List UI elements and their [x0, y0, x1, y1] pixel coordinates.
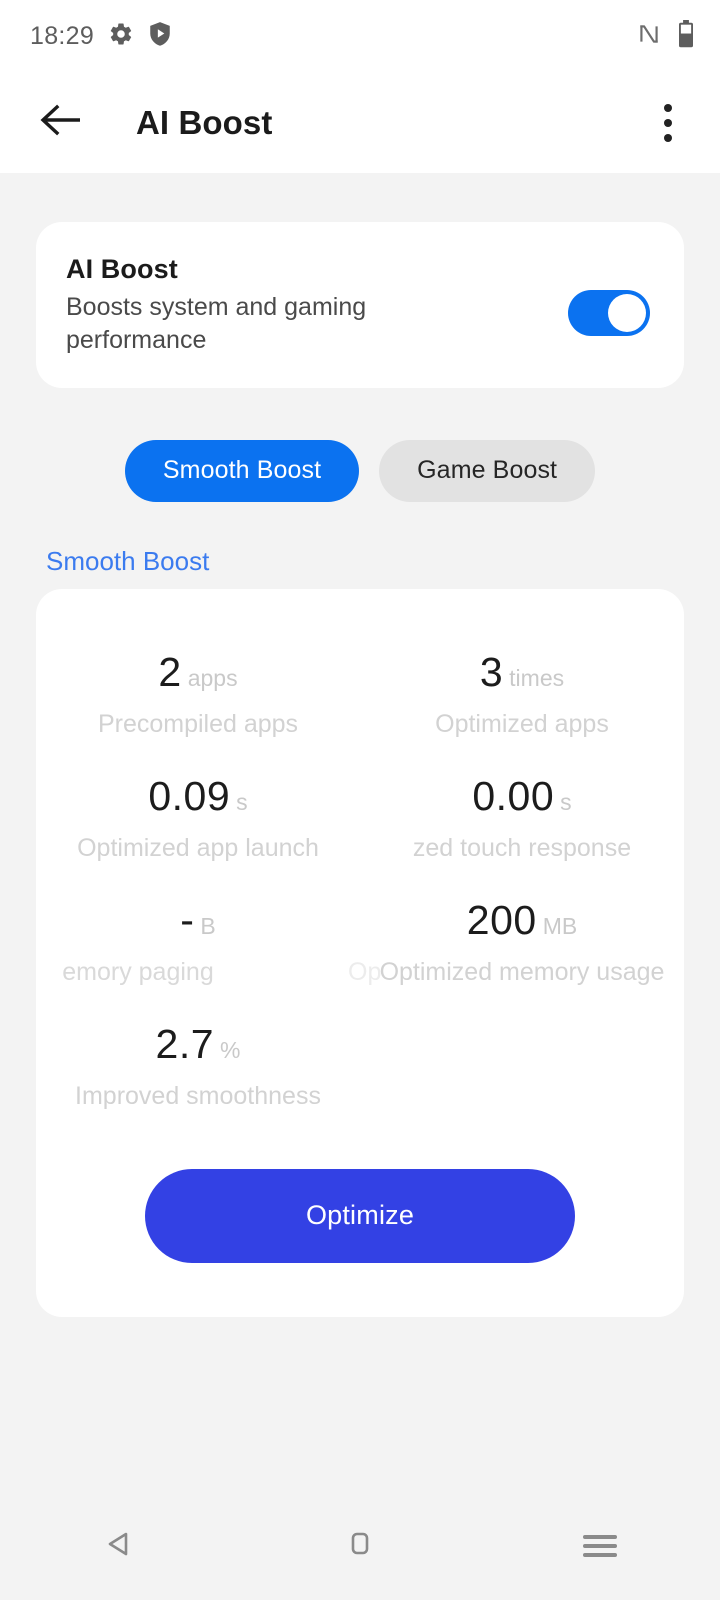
page-title: AI Boost: [136, 103, 273, 141]
tab-game-boost[interactable]: Game Boost: [379, 439, 596, 502]
ai-boost-card-title: AI Boost: [66, 254, 178, 284]
stat-empty-slot: [360, 987, 684, 1111]
stat-optimized-memory-usage: 200 MB Optimized memory usage: [360, 863, 684, 987]
content-area: AI Boost Boosts system and gaming perfor…: [0, 173, 720, 1600]
stat-unit: s: [236, 788, 248, 815]
stat-value: 0.00 s: [360, 773, 684, 820]
stat-number: 3: [479, 648, 504, 695]
nav-home-button[interactable]: [240, 1528, 480, 1565]
stat-label: Improved smoothness: [75, 1081, 321, 1110]
status-bar-right: [636, 19, 696, 53]
stat-number: -: [180, 896, 195, 943]
nav-back-button[interactable]: [0, 1528, 240, 1565]
stat-unit: apps: [187, 664, 238, 691]
tab-smooth-boost[interactable]: Smooth Boost: [124, 439, 360, 502]
stat-unit: MB: [542, 912, 578, 939]
battery-icon: [676, 19, 696, 53]
ai-boost-card: AI Boost Boosts system and gaming perfor…: [36, 222, 684, 388]
toggle-knob: [608, 294, 646, 332]
stat-number: 0.00: [472, 772, 555, 819]
stat-label: Precompiled apps: [97, 709, 299, 738]
ai-boost-card-texts: AI Boost Boosts system and gaming perfor…: [66, 254, 568, 358]
stat-value: 2.7%: [36, 1021, 360, 1068]
stat-label: Optimized apps: [435, 709, 609, 738]
stat-label: Optimized app launch: [77, 833, 319, 862]
stat-number: 2: [158, 648, 182, 695]
status-bar: 18:29: [0, 0, 720, 72]
menu-recents-icon: [583, 1530, 617, 1562]
stat-optimized-apps: 3 times Optimized apps: [360, 625, 684, 739]
ai-boost-card-subtitle: Boosts system and gaming performance: [66, 293, 367, 355]
stat-value: 0.09 s: [36, 773, 360, 820]
stat-label: zed touch response: [412, 833, 632, 862]
stat-optimized-touch-response: 0.00 s zed touch response: [360, 739, 684, 863]
stat-unit: %: [220, 1036, 241, 1063]
boost-mode-tabs: Smooth Boost Game Boost: [0, 439, 720, 502]
smooth-boost-stats-card: 2 apps Precompiled apps 3 times Optimized …: [36, 588, 684, 1317]
stat-value: -B: [36, 897, 360, 944]
stat-unit: times: [509, 664, 565, 691]
more-vertical-icon[interactable]: [642, 94, 694, 152]
stat-value: 3 times: [360, 649, 684, 696]
app-bar: AI Boost: [0, 72, 720, 173]
nav-recents-button[interactable]: [480, 1530, 720, 1562]
back-button[interactable]: [32, 94, 90, 152]
stat-unit: s: [560, 788, 572, 815]
stat-optimized-app-launch: 0.09 s Optimized app launch: [36, 739, 360, 863]
stats-row-3: -B emory paging 200 MB Optimized memory u…: [36, 863, 684, 987]
arrow-left-icon: [40, 103, 82, 142]
phone-screen: 18:29 AI Boost AI Boost Boosts system an…: [0, 0, 720, 1600]
stat-value: 200 MB: [360, 897, 684, 944]
optimize-button[interactable]: Optimize: [145, 1168, 575, 1263]
stats-row-1: 2 apps Precompiled apps 3 times Optimized …: [36, 625, 684, 739]
stat-label: emory paging: [62, 957, 214, 986]
nfc-icon: [636, 21, 662, 52]
gear-icon: [108, 21, 134, 52]
stat-number: 200: [466, 896, 537, 943]
stats-row-4: 2.7% Improved smoothness: [36, 987, 684, 1111]
ai-boost-toggle-switch[interactable]: [568, 290, 650, 336]
status-bar-left: 18:29: [30, 21, 172, 52]
stat-number: 2.7: [155, 1020, 215, 1067]
stat-memory-paging: -B emory paging: [36, 863, 360, 987]
stats-row-2: 0.09 s Optimized app launch 0.00 s zed tou…: [36, 739, 684, 863]
triangle-back-icon: [104, 1528, 136, 1565]
navigation-bar: [0, 1492, 720, 1600]
shield-play-icon: [148, 21, 172, 52]
stat-improved-smoothness: 2.7% Improved smoothness: [36, 987, 360, 1111]
status-time: 18:29: [30, 21, 95, 50]
stat-unit: B: [200, 912, 216, 939]
stat-value: 2 apps: [36, 649, 360, 696]
stat-number: 0.09: [148, 772, 231, 819]
stat-precompiled-apps: 2 apps Precompiled apps: [36, 625, 360, 739]
section-header: Smooth Boost: [46, 545, 210, 576]
stat-label: Optimized memory usage: [379, 957, 665, 986]
square-home-icon: [344, 1528, 376, 1565]
